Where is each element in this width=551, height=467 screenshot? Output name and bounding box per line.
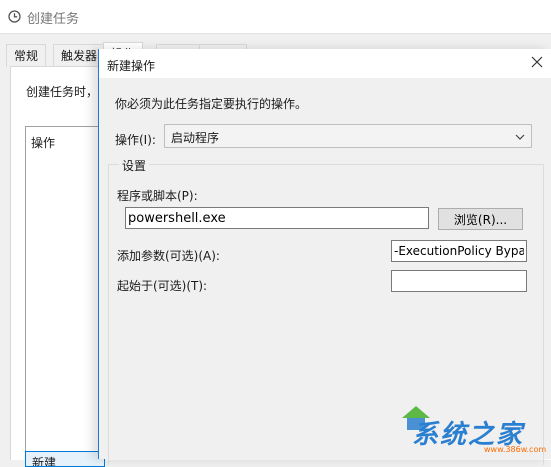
new-action-button[interactable]: 新建 [25,451,105,467]
clock-icon [8,10,21,23]
program-input[interactable] [125,207,429,229]
close-icon[interactable] [530,55,544,69]
watermark-url: www.386w.com [484,445,547,454]
program-label: 程序或脚本(P): [117,189,198,203]
actions-list[interactable]: 操作 [25,126,101,458]
tab-general[interactable]: 常规 [6,44,47,67]
dialog-instruction: 你必须为此任务指定要执行的操作。 [115,97,308,111]
action-select[interactable]: 启动程序 [164,124,532,148]
new-action-dialog: 新建操作 你必须为此任务指定要执行的操作。 操作(I): 启动程序 设置 程序或… [98,49,551,465]
args-input[interactable] [391,240,527,262]
chevron-down-icon [515,131,525,141]
action-label: 操作(I): [115,133,156,147]
startin-label: 起始于(可选)(T): [117,279,208,293]
action-select-value: 启动程序 [171,131,220,145]
browse-button[interactable]: 浏览(R)... [438,208,523,230]
actions-list-header: 操作 [31,136,56,150]
back-window-title: 创建任务 [27,12,80,27]
startin-input[interactable] [391,270,527,292]
dialog-title: 新建操作 [107,59,156,73]
args-label: 添加参数(可选)(A): [117,249,220,263]
dialog-titlebar: 新建操作 [99,49,551,78]
settings-legend: 设置 [119,157,150,174]
back-window-description: 创建任务时， [26,85,99,99]
back-window-titlebar: 创建任务 [0,0,551,34]
watermark: 系统之家 www.386w.com [396,400,551,459]
